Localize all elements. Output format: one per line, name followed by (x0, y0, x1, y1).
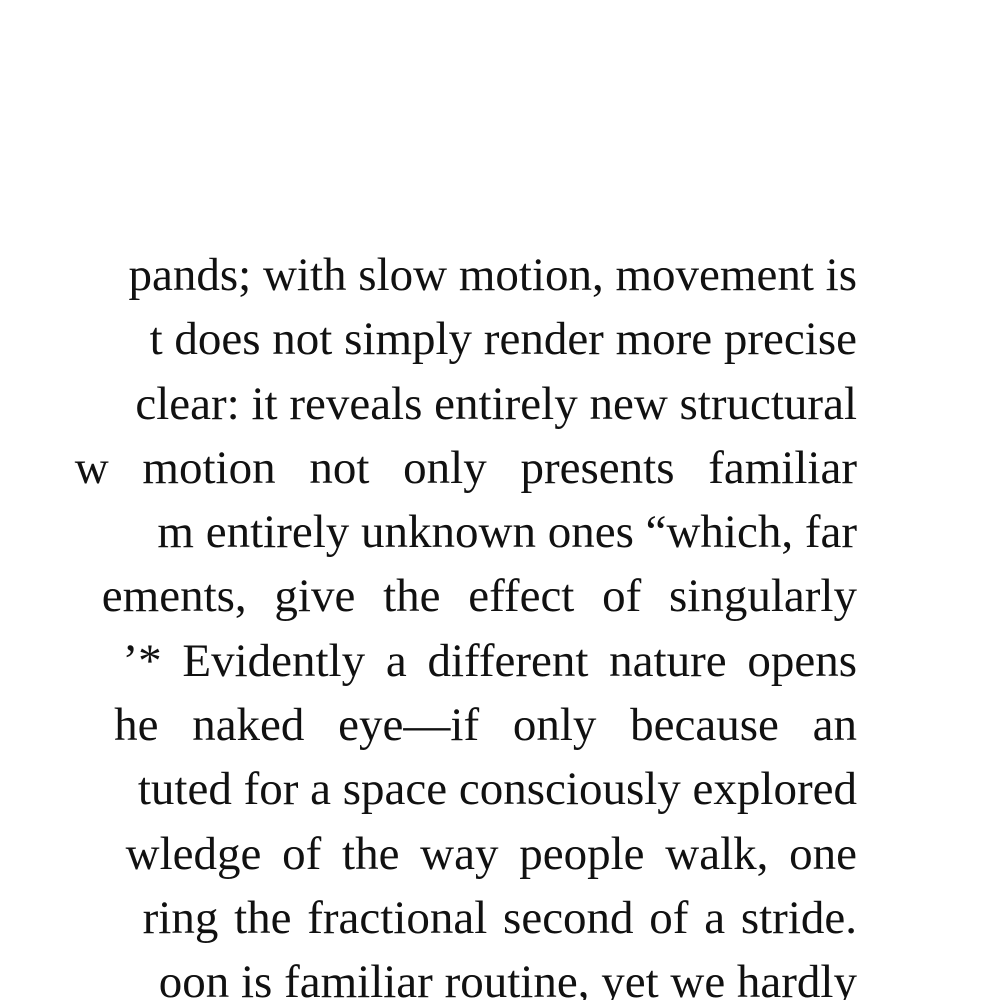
text-line-1: pands; with slow motion, movement is (128, 249, 857, 301)
text-line-10: wledge of the way people walk, one (125, 827, 857, 880)
text-line-2: t does not simply render more precise (149, 313, 857, 366)
text-line-4: w motion not only presents familiar (74, 441, 857, 494)
text-line-7: ’* Evidently a different nature opens (122, 634, 857, 687)
text-line-8: he naked eye—if only because an (114, 699, 857, 752)
text-line-5: m entirely unknown ones “which, far (157, 506, 857, 559)
text-line-11: ring the fractional second of a stride. (142, 891, 857, 944)
text-line-6: ements, give the effect of singularly (101, 570, 857, 623)
document-page: pands; with slow motion, movement is t d… (0, 0, 1000, 1000)
text-line-3: clear: it reveals entirely new structura… (135, 377, 857, 430)
text-line-12: oon is familiar routine, yet we hardly (158, 956, 857, 1000)
body-text: pands; with slow motion, movement is t d… (0, 243, 857, 1000)
text-line-9: tuted for a space consciously explored (137, 763, 857, 816)
